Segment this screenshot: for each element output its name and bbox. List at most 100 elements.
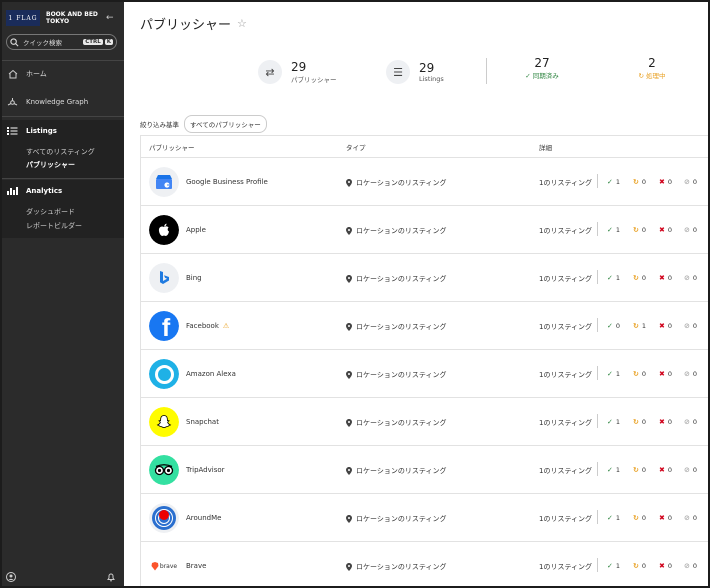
brand-logo[interactable]: 1 FLAG [6, 10, 40, 26]
warning-icon: ⚠ [222, 322, 230, 330]
location-pin-icon [346, 227, 352, 235]
user-icon[interactable] [6, 572, 16, 582]
listing-detail: 1のリスティング [539, 419, 593, 427]
stat-listings-value: 29 [419, 60, 435, 75]
publisher-name[interactable]: Apple [186, 226, 206, 234]
divider [597, 318, 598, 332]
location-pin-icon [346, 179, 352, 187]
bell-icon[interactable] [106, 572, 116, 582]
publisher-name[interactable]: Google Business Profile [186, 178, 268, 186]
stats-divider [486, 58, 487, 84]
unavailable-icon: ⊘ [684, 514, 690, 522]
check-icon: ✓ [525, 72, 531, 80]
unavailable-count: ⊘ 0 [684, 418, 698, 426]
unavailable-count: ⊘ 0 [684, 226, 698, 234]
divider [597, 558, 598, 572]
sync-icon: ↻ [633, 418, 639, 426]
synced-count: ✓ 1 [607, 370, 621, 378]
listing-type: ロケーションのリスティング [346, 514, 446, 524]
stat-listings-label: Listings [419, 74, 444, 83]
stat-publishers: ⇄ 29 パブリッシャー [258, 60, 337, 84]
header-type[interactable]: タイプ [346, 142, 366, 152]
quick-search[interactable]: クイック検索 CTRL K [6, 34, 117, 50]
nav-all-listings[interactable]: すべてのリスティング [26, 147, 95, 157]
sync-icon: ↻ [633, 514, 639, 522]
location-pin-icon [346, 515, 352, 523]
error-count: ✖ 0 [659, 178, 673, 186]
table-row[interactable]: Bing ロケーションのリスティング 1のリスティング ✓ 1 ↻ 0 ✖ 0 ⊘ 0 [141, 254, 708, 302]
table-row[interactable]: AroundMe ロケーションのリスティング 1のリスティング ✓ 1 ↻ 0 ✖ 0 ⊘ 0 [141, 494, 708, 542]
filter-chip-all-publishers[interactable]: すべてのパブリッシャー [184, 115, 267, 133]
check-icon: ✓ [607, 514, 613, 522]
nav-dashboard[interactable]: ダッシュボード [26, 207, 75, 217]
synced-count: ✓ 1 [607, 418, 621, 426]
unavailable-icon: ⊘ [684, 466, 690, 474]
publisher-name[interactable]: Facebook ⚠ [186, 322, 229, 330]
publishers-table: パブリッシャー タイプ 詳細 Google Business Profile ロケ… [140, 135, 708, 586]
location-pin-icon [346, 275, 352, 283]
publisher-name[interactable]: AroundMe [186, 514, 221, 522]
analytics-icon [7, 186, 18, 197]
nav-listings[interactable]: Listings [2, 120, 124, 142]
listing-detail: 1のリスティング [539, 371, 593, 379]
sync-icon: ↻ [633, 178, 639, 186]
publisher-logo: brave [149, 551, 179, 581]
header-detail[interactable]: 詳細 [539, 142, 552, 152]
table-row[interactable]: Snapchat ロケーションのリスティング 1のリスティング ✓ 1 ↻ 0 ✖ 0 ⊘ 0 [141, 398, 708, 446]
x-icon: ✖ [659, 370, 665, 378]
list-icon: ☰ [386, 60, 410, 84]
sync-icon: ↻ [633, 274, 639, 282]
publisher-name[interactable]: Amazon Alexa [186, 370, 236, 378]
nav-knowledge-graph[interactable]: Knowledge Graph [2, 91, 124, 113]
listing-type: ロケーションのリスティング [346, 226, 446, 236]
collapse-sidebar-icon[interactable]: ← [106, 13, 114, 23]
error-count: ✖ 0 [659, 322, 673, 330]
search-placeholder: クイック検索 [23, 39, 62, 47]
listing-detail: 1のリスティング [539, 323, 593, 331]
star-icon[interactable]: ☆ [237, 17, 247, 30]
header-publisher[interactable]: パブリッシャー [149, 142, 195, 152]
publisher-name[interactable]: Snapchat [186, 418, 219, 426]
check-icon: ✓ [607, 178, 613, 186]
x-icon: ✖ [659, 466, 665, 474]
check-icon: ✓ [607, 226, 613, 234]
listing-detail: 1のリスティング [539, 467, 593, 475]
table-row[interactable]: TripAdvisor ロケーションのリスティング 1のリスティング ✓ 1 ↻ 0 ✖ 0 ⊘ 0 [141, 446, 708, 494]
error-count: ✖ 0 [659, 418, 673, 426]
location-pin-icon [346, 467, 352, 475]
nav-analytics[interactable]: Analytics [2, 180, 124, 202]
error-count: ✖ 0 [659, 562, 673, 570]
unavailable-icon: ⊘ [684, 418, 690, 426]
nav-publishers[interactable]: パブリッシャー [26, 160, 75, 170]
unavailable-count: ⊘ 0 [684, 466, 698, 474]
unavailable-count: ⊘ 0 [684, 274, 698, 282]
sync-icon: ↻ [638, 72, 644, 80]
processing-count: ↻ 0 [633, 418, 647, 426]
publisher-logo [149, 503, 179, 533]
table-row[interactable]: brave Brave ロケーションのリスティング 1のリスティング ✓ 1 ↻ 0 ✖ 0 ⊘ 0 [141, 542, 708, 588]
page-title: パブリッシャー [140, 18, 232, 33]
unavailable-count: ⊘ 0 [684, 514, 698, 522]
nav-report-builder[interactable]: レポートビルダー [26, 221, 82, 231]
check-icon: ✓ [607, 322, 613, 330]
publisher-name[interactable]: TripAdvisor [186, 466, 225, 474]
x-icon: ✖ [659, 418, 665, 426]
stat-synced-label: 同期済み [532, 72, 559, 80]
nav-listings-label: Listings [26, 127, 57, 135]
home-icon [7, 69, 18, 80]
publisher-logo [149, 167, 179, 197]
table-row[interactable]: Apple ロケーションのリスティング 1のリスティング ✓ 1 ↻ 0 ✖ 0 ⊘ 0 [141, 206, 708, 254]
publisher-name[interactable]: Brave [186, 562, 206, 570]
error-count: ✖ 0 [659, 274, 673, 282]
table-row[interactable]: Amazon Alexa ロケーションのリスティング 1のリスティング ✓ 1 ↻ 0 ✖ 0 ⊘… [141, 350, 708, 398]
table-row[interactable]: Google Business Profile ロケーションのリスティング 1のリス… [141, 158, 708, 206]
publisher-logo [149, 407, 179, 437]
publisher-name[interactable]: Bing [186, 274, 202, 282]
listing-type: ロケーションのリスティング [346, 562, 446, 572]
unavailable-count: ⊘ 0 [684, 322, 698, 330]
listing-detail: 1のリスティング [539, 515, 593, 523]
error-count: ✖ 0 [659, 226, 673, 234]
filter-bar: 絞り込み基準 すべてのパブリッシャー [140, 115, 267, 133]
nav-home[interactable]: ホーム [2, 63, 124, 85]
table-row[interactable]: f Facebook ⚠ ロケーションのリスティング 1のリスティング ✓ 0 ↻ 1 ✖ 0 ⊘ 0 [141, 302, 708, 350]
